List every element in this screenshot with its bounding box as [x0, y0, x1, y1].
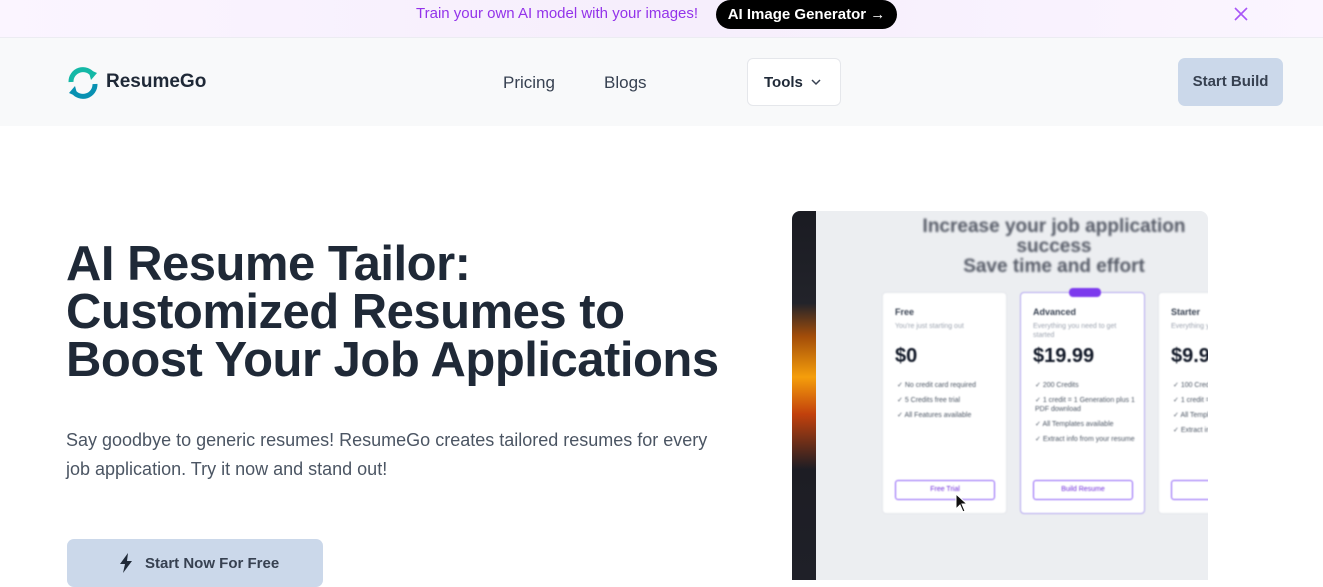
hero-title-line: Boost Your Job Applications [66, 333, 719, 387]
tools-label: Tools [764, 74, 803, 91]
nav-link-pricing[interactable]: Pricing [503, 73, 555, 93]
pricing-card-starter: Starter Everything you need $9.99 100 Cr… [1158, 292, 1208, 514]
refresh-logo-icon[interactable] [66, 66, 100, 100]
hero-title: AI Resume Tailor: Customized Resumes to … [66, 237, 746, 387]
hero-title-line: AI Resume Tailor: [66, 237, 471, 291]
pricing-card-free: Free You're just starting out $0 No cred… [882, 292, 1007, 514]
tools-dropdown[interactable]: Tools [747, 58, 841, 106]
pricing-card-advanced: Advanced Everything you need to get star… [1020, 288, 1145, 514]
promo-text: Train your own AI model with your images… [416, 5, 699, 22]
build-resume-button: Build Resume [1033, 480, 1133, 500]
chevron-down-icon [811, 79, 821, 86]
start-build-button[interactable]: Start Build [1178, 58, 1283, 106]
preview-heading: Increase your job application success Sa… [922, 216, 1186, 277]
hero-subtitle: Say goodbye to generic resumes! ResumeGo… [66, 430, 708, 479]
preview-wallpaper [792, 211, 816, 580]
main-navigation: ResumeGo Pricing Blogs Tools Start Build [0, 38, 1323, 126]
starter-button [1171, 480, 1208, 500]
promo-banner: Train your own AI model with your images… [0, 0, 1323, 38]
start-now-label: Start Now For Free [145, 555, 280, 572]
nav-link-blogs[interactable]: Blogs [604, 73, 647, 93]
feature-list: 100 Credits 1 credit = 1 Generation All … [1173, 381, 1208, 441]
lightning-icon [120, 553, 132, 573]
mouse-cursor-icon [955, 493, 969, 513]
close-icon[interactable] [1231, 4, 1251, 24]
feature-list: No credit card required 5 Credits free t… [897, 381, 1001, 426]
popular-badge [1069, 288, 1101, 297]
free-trial-button: Free Trial [895, 480, 995, 500]
brand-name[interactable]: ResumeGo [106, 71, 206, 93]
pricing-preview-image: Increase your job application success Sa… [792, 211, 1208, 580]
hero-title-line: Customized Resumes to [66, 285, 625, 339]
feature-list: 200 Credits 1 credit = 1 Generation plus… [1035, 381, 1139, 450]
ai-image-generator-button[interactable]: AI Image Generator → [716, 0, 897, 29]
